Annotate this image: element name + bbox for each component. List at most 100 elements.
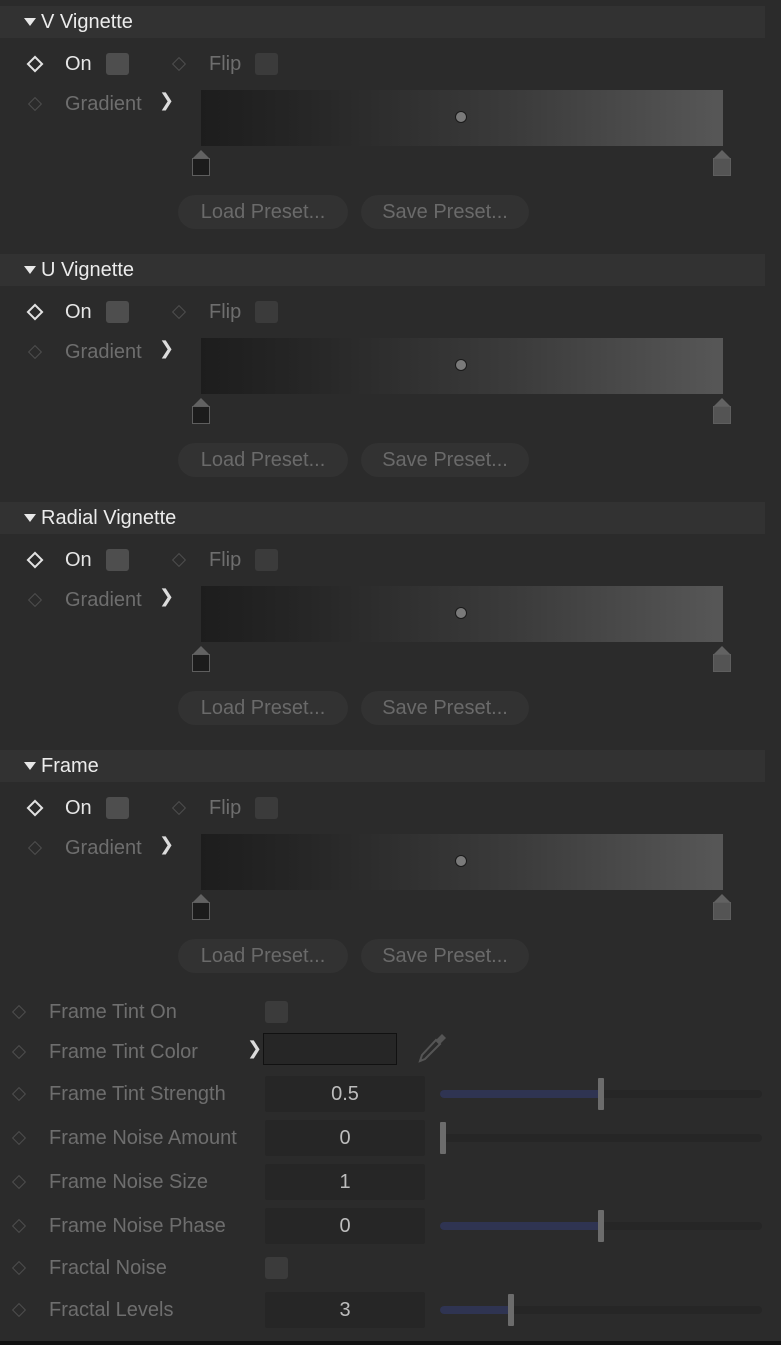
load-preset-button[interactable]: Load Preset... <box>178 443 348 477</box>
gradient-bar[interactable] <box>201 90 723 146</box>
gradient-stop-left[interactable] <box>192 150 210 176</box>
frame-noise-size-input[interactable]: 1 <box>265 1164 425 1200</box>
slider-handle[interactable] <box>440 1122 446 1154</box>
keyframe-diamond-icon[interactable] <box>171 56 187 72</box>
gradient-midpoint-knob[interactable] <box>455 359 467 371</box>
gradient-stop-right[interactable] <box>713 894 731 920</box>
on-checkbox[interactable] <box>106 797 129 819</box>
gradient-stop-left[interactable] <box>192 398 210 424</box>
keyframe-diamond-icon[interactable] <box>11 1218 27 1234</box>
keyframe-diamond-icon[interactable] <box>27 96 43 112</box>
fractal-levels-input[interactable]: 3 <box>265 1292 425 1328</box>
keyframe-diamond-icon[interactable] <box>27 592 43 608</box>
keyframe-diamond-icon[interactable] <box>26 55 44 73</box>
triangle-down-icon[interactable] <box>24 266 36 274</box>
frame-noise-amount-slider[interactable] <box>440 1122 762 1154</box>
keyframe-diamond-icon[interactable] <box>27 840 43 856</box>
gradient-stop-right[interactable] <box>713 150 731 176</box>
chevron-right-icon[interactable]: ❯ <box>159 834 174 854</box>
keyframe-diamond-icon[interactable] <box>27 344 43 360</box>
load-preset-button[interactable]: Load Preset... <box>178 195 348 229</box>
section-u-vignette: U Vignette On Flip Gradient ❯ Load Prese… <box>0 248 781 496</box>
gradient-stop-right[interactable] <box>713 398 731 424</box>
prop-label: Fractal Levels <box>49 1299 174 1321</box>
prop-frame-tint-strength: Frame Tint Strength 0.5 <box>0 1074 781 1114</box>
gradient-stop-right[interactable] <box>713 646 731 672</box>
gradient-midpoint-knob[interactable] <box>455 855 467 867</box>
frame-tint-color-swatch[interactable] <box>263 1033 397 1065</box>
section-header[interactable]: Radial Vignette <box>0 502 765 534</box>
flip-checkbox[interactable] <box>255 53 278 75</box>
section-v-vignette: V Vignette On Flip Gradient ❯ Load Prese… <box>0 0 781 248</box>
frame-noise-phase-slider[interactable] <box>440 1210 762 1242</box>
eyedropper-icon[interactable] <box>414 1030 450 1066</box>
triangle-down-icon[interactable] <box>24 762 36 770</box>
save-preset-button[interactable]: Save Preset... <box>361 443 529 477</box>
keyframe-diamond-icon[interactable] <box>11 1086 27 1102</box>
prop-fractal-noise: Fractal Noise <box>0 1248 781 1288</box>
on-label: On <box>65 53 92 75</box>
keyframe-diamond-icon[interactable] <box>171 800 187 816</box>
chevron-right-icon[interactable]: ❯ <box>159 90 174 110</box>
load-preset-button[interactable]: Load Preset... <box>178 939 348 973</box>
section-header[interactable]: Frame <box>0 750 765 782</box>
slider-handle[interactable] <box>598 1210 604 1242</box>
triangle-down-icon[interactable] <box>24 18 36 26</box>
on-checkbox[interactable] <box>106 549 129 571</box>
chevron-right-icon[interactable]: ❯ <box>159 586 174 606</box>
section-title: Frame <box>41 755 99 777</box>
keyframe-diamond-icon[interactable] <box>11 1174 27 1190</box>
keyframe-diamond-icon[interactable] <box>11 1260 27 1276</box>
save-preset-button[interactable]: Save Preset... <box>361 691 529 725</box>
flip-checkbox[interactable] <box>255 797 278 819</box>
keyframe-diamond-icon[interactable] <box>11 1130 27 1146</box>
load-preset-button[interactable]: Load Preset... <box>178 691 348 725</box>
fractal-levels-slider[interactable] <box>440 1294 762 1326</box>
frame-tint-on-checkbox[interactable] <box>265 1001 288 1023</box>
prop-frame-tint-on: Frame Tint On <box>0 992 781 1032</box>
slider-handle[interactable] <box>598 1078 604 1110</box>
triangle-down-icon[interactable] <box>24 514 36 522</box>
flip-label: Flip <box>209 549 242 571</box>
gradient-stop-left[interactable] <box>192 646 210 672</box>
flip-checkbox[interactable] <box>255 549 278 571</box>
frame-noise-phase-input[interactable]: 0 <box>265 1208 425 1244</box>
slider-handle[interactable] <box>508 1294 514 1326</box>
keyframe-diamond-icon[interactable] <box>11 1302 27 1318</box>
slider-fill <box>440 1306 511 1314</box>
on-checkbox[interactable] <box>106 53 129 75</box>
section-header[interactable]: V Vignette <box>0 6 765 38</box>
gradient-midpoint-knob[interactable] <box>455 111 467 123</box>
slider-fill <box>440 1222 601 1230</box>
chevron-right-icon[interactable]: ❯ <box>159 338 174 358</box>
keyframe-diamond-icon[interactable] <box>26 799 44 817</box>
on-label: On <box>65 549 92 571</box>
on-checkbox[interactable] <box>106 301 129 323</box>
gradient-stop-left[interactable] <box>192 894 210 920</box>
frame-tint-strength-slider[interactable] <box>440 1078 762 1110</box>
section-title: Radial Vignette <box>41 507 177 529</box>
gradient-bar[interactable] <box>201 834 723 890</box>
prop-label: Frame Tint Strength <box>49 1083 226 1105</box>
on-label: On <box>65 301 92 323</box>
prop-frame-noise-amount: Frame Noise Amount 0 <box>0 1118 781 1158</box>
gradient-bar[interactable] <box>201 338 723 394</box>
flip-checkbox[interactable] <box>255 301 278 323</box>
keyframe-diamond-icon[interactable] <box>11 1044 27 1060</box>
gradient-midpoint-knob[interactable] <box>455 607 467 619</box>
save-preset-button[interactable]: Save Preset... <box>361 939 529 973</box>
keyframe-diamond-icon[interactable] <box>171 552 187 568</box>
fractal-noise-checkbox[interactable] <box>265 1257 288 1279</box>
keyframe-diamond-icon[interactable] <box>11 1004 27 1020</box>
gradient-bar[interactable] <box>201 586 723 642</box>
section-header[interactable]: U Vignette <box>0 254 765 286</box>
frame-noise-amount-input[interactable]: 0 <box>265 1120 425 1156</box>
keyframe-diamond-icon[interactable] <box>26 551 44 569</box>
flip-label: Flip <box>209 301 242 323</box>
keyframe-diamond-icon[interactable] <box>171 304 187 320</box>
keyframe-diamond-icon[interactable] <box>26 303 44 321</box>
frame-tint-strength-input[interactable]: 0.5 <box>265 1076 425 1112</box>
gradient-label: Gradient <box>65 589 142 611</box>
save-preset-button[interactable]: Save Preset... <box>361 195 529 229</box>
chevron-right-icon[interactable]: ❯ <box>247 1038 262 1058</box>
